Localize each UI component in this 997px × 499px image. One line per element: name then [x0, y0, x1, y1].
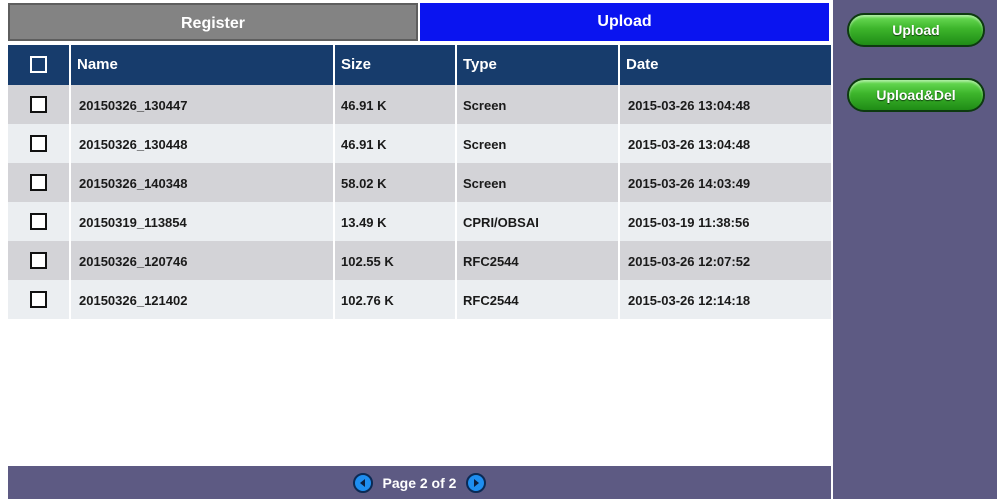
upload-and-delete-button[interactable]: Upload&Del: [847, 78, 985, 112]
file-size: 102.76 K: [333, 280, 455, 319]
page-indicator: Page 2 of 2: [382, 474, 457, 491]
file-name: 20150326_121402: [69, 280, 333, 319]
file-date: 2015-03-26 14:03:49: [618, 163, 831, 202]
file-name: 20150326_140348: [69, 163, 333, 202]
file-size: 102.55 K: [333, 241, 455, 280]
row-checkbox[interactable]: [30, 96, 47, 113]
file-type: CPRI/OBSAI: [455, 202, 618, 241]
file-size: 58.02 K: [333, 163, 455, 202]
file-manager: Register Upload Name Size Type Date 2015…: [0, 0, 831, 499]
file-name: 20150326_120746: [69, 241, 333, 280]
tab-bar: Register Upload: [0, 0, 831, 44]
column-header-date[interactable]: Date: [618, 45, 831, 85]
next-page-button[interactable]: [466, 472, 487, 493]
file-date: 2015-03-19 11:38:56: [618, 202, 831, 241]
tab-upload[interactable]: Upload: [420, 3, 829, 41]
file-list: 20150326_130447 46.91 K Screen 2015-03-2…: [8, 85, 831, 319]
tab-register[interactable]: Register: [8, 3, 418, 41]
file-type: Screen: [455, 85, 618, 124]
row-checkbox[interactable]: [30, 174, 47, 191]
file-date: 2015-03-26 12:14:18: [618, 280, 831, 319]
row-checkbox[interactable]: [30, 213, 47, 230]
file-type: Screen: [455, 124, 618, 163]
file-date: 2015-03-26 13:04:48: [618, 124, 831, 163]
table-row[interactable]: 20150326_140348 58.02 K Screen 2015-03-2…: [8, 163, 831, 202]
select-all-checkbox[interactable]: [30, 56, 47, 73]
file-size: 46.91 K: [333, 85, 455, 124]
column-header-name[interactable]: Name: [69, 45, 333, 85]
column-header-size[interactable]: Size: [333, 45, 455, 85]
table-row[interactable]: 20150326_130448 46.91 K Screen 2015-03-2…: [8, 124, 831, 163]
file-type: RFC2544: [455, 280, 618, 319]
table-header: Name Size Type Date: [8, 45, 831, 85]
file-name: 20150319_113854: [69, 202, 333, 241]
table-row[interactable]: 20150319_113854 13.49 K CPRI/OBSAI 2015-…: [8, 202, 831, 241]
table-row[interactable]: 20150326_121402 102.76 K RFC2544 2015-03…: [8, 280, 831, 319]
action-panel: Upload Upload&Del: [833, 0, 997, 499]
column-header-type[interactable]: Type: [455, 45, 618, 85]
file-date: 2015-03-26 13:04:48: [618, 85, 831, 124]
file-size: 13.49 K: [333, 202, 455, 241]
file-size: 46.91 K: [333, 124, 455, 163]
file-name: 20150326_130447: [69, 85, 333, 124]
upload-button[interactable]: Upload: [847, 13, 985, 47]
table-row[interactable]: 20150326_120746 102.55 K RFC2544 2015-03…: [8, 241, 831, 280]
table-row[interactable]: 20150326_130447 46.91 K Screen 2015-03-2…: [8, 85, 831, 124]
row-checkbox[interactable]: [30, 135, 47, 152]
row-checkbox[interactable]: [30, 291, 47, 308]
file-date: 2015-03-26 12:07:52: [618, 241, 831, 280]
right-arrow-circle-icon: [474, 478, 480, 487]
prev-page-button[interactable]: [352, 472, 373, 493]
file-type: RFC2544: [455, 241, 618, 280]
pagination-bar: Page 2 of 2: [8, 466, 831, 499]
file-type: Screen: [455, 163, 618, 202]
row-checkbox[interactable]: [30, 252, 47, 269]
left-arrow-circle-icon: [359, 478, 365, 487]
file-name: 20150326_130448: [69, 124, 333, 163]
